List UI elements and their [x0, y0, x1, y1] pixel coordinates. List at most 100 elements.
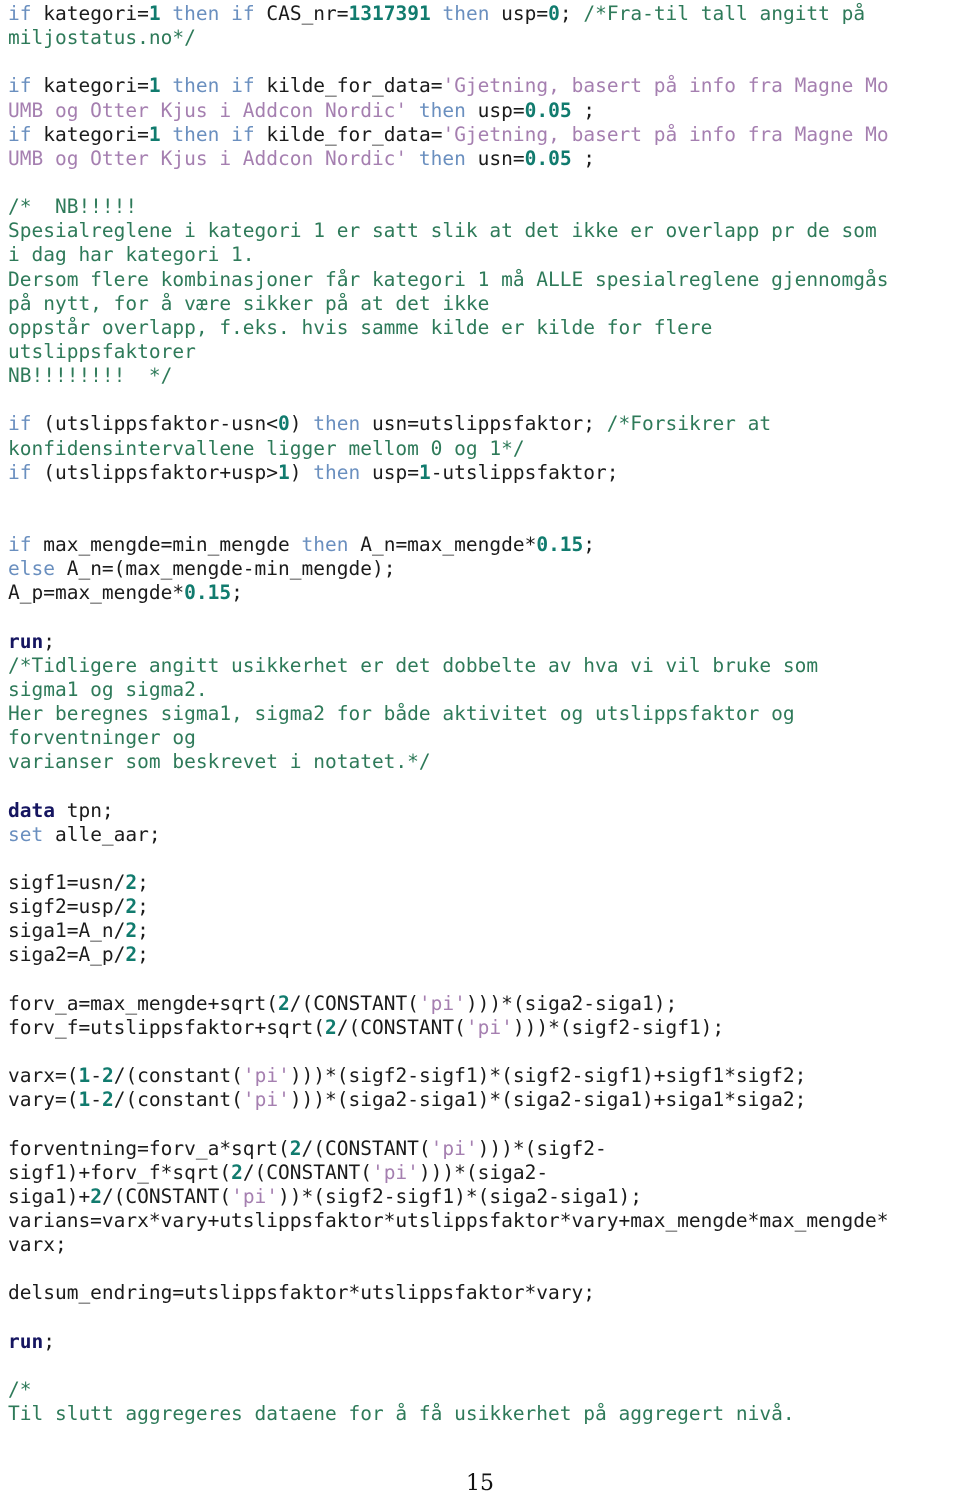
code-token-plain: /(CONSTANT( — [242, 1160, 372, 1184]
code-token-plain: kategori= — [43, 2, 149, 25]
code-token-str: 'pi' — [231, 1184, 279, 1208]
code-token-num: 1 — [148, 122, 161, 146]
code-token-plain: varx=( — [8, 1064, 79, 1088]
code-token-plain: )))*(sigf2-sigf1); — [512, 1015, 725, 1039]
code-token-plain: /(constant( — [113, 1064, 243, 1088]
code-token-num: 2 — [289, 1136, 302, 1160]
code-token-num: 1 — [148, 2, 161, 25]
code-token-plain: ) — [289, 412, 314, 436]
code-token-cmt: utslippsfaktorer — [8, 339, 196, 363]
code-line: siga1)+2/(CONSTANT('pi'))*(sigf2-sigf1)*… — [8, 1185, 954, 1209]
code-token-plain: ; — [571, 146, 596, 170]
code-token-kw: set — [8, 822, 44, 846]
code-token-plain: /(CONSTANT( — [336, 1015, 466, 1039]
code-token-cmt: /* NB!!!!! — [8, 195, 138, 219]
code-line: miljostatus.no*/ — [8, 26, 954, 50]
code-token-kw: if — [8, 460, 32, 484]
code-token-cmt: /*Fra-til tall angitt på — [583, 2, 866, 25]
code-token-num: 2 — [125, 871, 138, 895]
code-token-kw: then — [172, 2, 220, 25]
code-token-kw: if — [8, 412, 32, 436]
code-token-plain: /(CONSTANT( — [101, 1184, 232, 1208]
code-token-plain: usp= — [489, 2, 549, 25]
code-token-plain: ) — [289, 460, 314, 484]
code-token-kw: then — [442, 2, 490, 25]
code-line: if (utslippsfaktor-usn<0) then usn=utsli… — [8, 412, 954, 436]
code-token-cmt: Her beregnes sigma1, sigma2 for både akt… — [8, 702, 795, 726]
code-line: siga1=A_n/2; — [8, 919, 954, 943]
document-page: if kategori=1 then if CAS_nr=1317391 the… — [0, 0, 960, 1512]
code-token-plain: - — [90, 1088, 102, 1112]
code-token-num: 0.15 — [184, 581, 232, 605]
code-token-plain: ; — [43, 1329, 55, 1353]
code-token-kw: if — [231, 122, 255, 146]
code-token-plain: /(CONSTANT( — [289, 991, 419, 1015]
code-token-str: 'pi' — [371, 1160, 419, 1184]
code-token-num: 0 — [278, 412, 290, 436]
code-line: sigf2=usp/2; — [8, 895, 954, 919]
code-token-cmt: Til slutt aggregeres dataene for å få us… — [8, 1402, 795, 1426]
code-line: if kategori=1 then if kilde_for_data='Gj… — [8, 74, 954, 98]
code-token-plain: ; — [137, 895, 149, 919]
code-token-str: 'Gjetning, basert på info fra Magne Mo — [442, 74, 889, 98]
code-line: oppstår overlapp, f.eks. hvis samme kild… — [8, 316, 954, 340]
code-token-plain: kategori= — [43, 74, 149, 98]
code-line: run; — [8, 630, 954, 654]
code-token-num: 2 — [125, 919, 138, 943]
code-token-plain: (utslippsfaktor+usp> — [31, 460, 279, 484]
code-line: if kategori=1 then if CAS_nr=1317391 the… — [8, 2, 954, 26]
code-token-stmt: run — [8, 629, 44, 653]
code-token-str: 'pi' — [465, 1015, 513, 1039]
code-token-kw: else — [8, 557, 55, 581]
code-line: varx=(1-2/(constant('pi')))*(sigf2-sigf1… — [8, 1064, 954, 1088]
code-token-cmt: på nytt, for å være sikker på at det ikk… — [8, 291, 490, 315]
code-token-plain: usp= — [360, 460, 419, 484]
code-token-num: 2 — [125, 943, 138, 967]
code-line: varianser som beskrevet i notatet.*/ — [8, 750, 954, 774]
code-token-plain: siga1)+ — [8, 1184, 91, 1208]
code-line: siga2=A_p/2; — [8, 943, 954, 967]
code-token-num: 0 — [548, 2, 560, 25]
code-token-stmt: data — [8, 798, 55, 822]
code-token-plain: ; — [43, 629, 55, 653]
code-token-plain: A_n=(max_mengde-min_mengde); — [54, 557, 396, 581]
code-token-num: 2 — [90, 1184, 102, 1208]
code-token-plain: siga1=A_n/ — [8, 919, 126, 943]
code-line: varians=varx*vary+utslippsfaktor*utslipp… — [8, 1209, 954, 1233]
code-line: UMB og Otter Kjus i Addcon Nordic' then … — [8, 99, 954, 123]
code-token-cmt: /* — [8, 1378, 32, 1402]
code-token-plain: ; — [571, 98, 596, 122]
code-line: Dersom flere kombinasjoner får kategori … — [8, 268, 954, 292]
code-token-plain: alle_aar; — [43, 822, 161, 846]
code-token-kw: if — [8, 2, 44, 25]
code-token-str: 'pi' — [242, 1088, 290, 1112]
code-token-cmt: varianser som beskrevet i notatet.*/ — [8, 750, 431, 774]
code-line: forventning=forv_a*sqrt(2/(CONSTANT('pi'… — [8, 1137, 954, 1161]
code-token-plain: ; — [231, 581, 243, 605]
code-token-plain: forv_a=max_mengde+sqrt( — [8, 991, 279, 1015]
code-token-cmt: oppstår overlapp, f.eks. hvis samme kild… — [8, 315, 713, 339]
code-line: NB!!!!!!!! */ — [8, 364, 954, 388]
code-token-plain: ; — [559, 2, 584, 25]
code-token-num: 0.05 — [524, 98, 572, 122]
code-line: sigma1 og sigma2. — [8, 678, 954, 702]
code-token-cmt: NB!!!!!!!! */ — [8, 364, 173, 388]
code-line: forventninger og — [8, 726, 954, 750]
code-token-plain: kilde_for_data= — [254, 122, 443, 146]
code-token-plain: ; — [137, 871, 149, 895]
code-token-num: 2 — [101, 1064, 114, 1088]
code-token-kw: if — [8, 533, 32, 557]
code-token-plain: forv_f=utslippsfaktor+sqrt( — [8, 1015, 325, 1039]
